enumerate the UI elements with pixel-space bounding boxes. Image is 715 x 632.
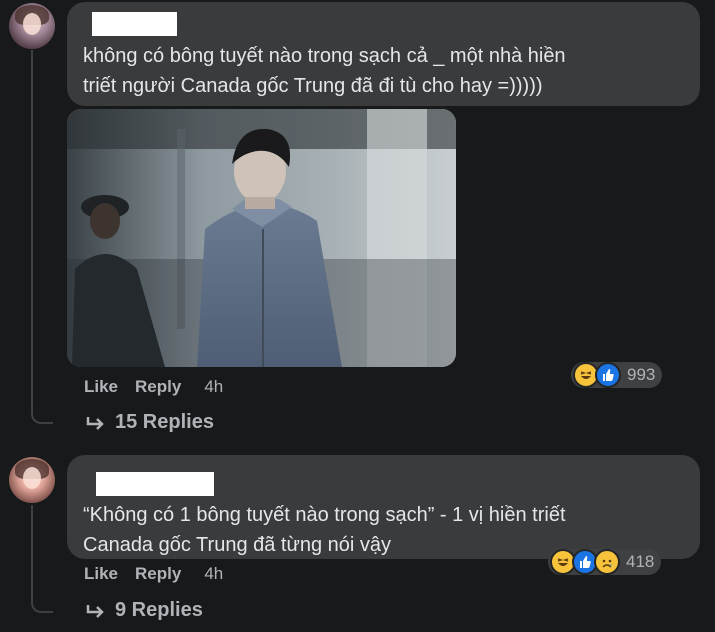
reaction-summary[interactable]: 418 (548, 549, 662, 575)
reaction-count: 418 (626, 552, 655, 571)
reply-arrow-icon (86, 415, 106, 431)
reply-arrow-icon (86, 603, 106, 619)
comment-actions: Like Reply 4h (84, 564, 223, 584)
comment-text-line: không có bông tuyết nào trong sạch cả _ … (83, 45, 566, 67)
comment-actions: Like Reply 4h (84, 377, 223, 397)
comment-timestamp[interactable]: 4h (204, 377, 223, 397)
comment-bubble: “Không có 1 bông tuyết nào trong sạch” -… (67, 455, 700, 559)
redacted-commenter-name[interactable] (92, 12, 177, 36)
view-replies-button[interactable]: 15 Replies (86, 411, 214, 434)
thread-line (31, 505, 53, 613)
sad-icon (594, 549, 620, 575)
reaction-summary[interactable]: 993 (571, 362, 663, 388)
like-button[interactable]: Like (84, 564, 118, 584)
reaction-count: 993 (627, 365, 656, 384)
like-button[interactable]: Like (84, 377, 118, 397)
redacted-commenter-name[interactable] (96, 472, 214, 496)
comment-bubble: không có bông tuyết nào trong sạch cả _ … (67, 2, 700, 106)
reply-button[interactable]: Reply (135, 564, 181, 584)
comment-timestamp[interactable]: 4h (204, 564, 223, 584)
comment-text-line: triết người Canada gốc Trung đã đi tù ch… (83, 75, 543, 97)
replies-label: 15 Replies (115, 411, 214, 433)
reply-button[interactable]: Reply (135, 377, 181, 397)
comment-photo[interactable] (67, 109, 456, 367)
view-replies-button[interactable]: 9 Replies (86, 599, 203, 622)
commenter-avatar[interactable] (9, 457, 55, 503)
replies-label: 9 Replies (115, 599, 203, 621)
thread-line (31, 50, 53, 424)
like-icon (595, 362, 621, 388)
comment-text-line: “Không có 1 bông tuyết nào trong sạch” -… (83, 504, 566, 526)
comment-text: không có bông tuyết nào trong sạch cả _ … (83, 41, 684, 101)
commenter-avatar[interactable] (9, 3, 55, 49)
